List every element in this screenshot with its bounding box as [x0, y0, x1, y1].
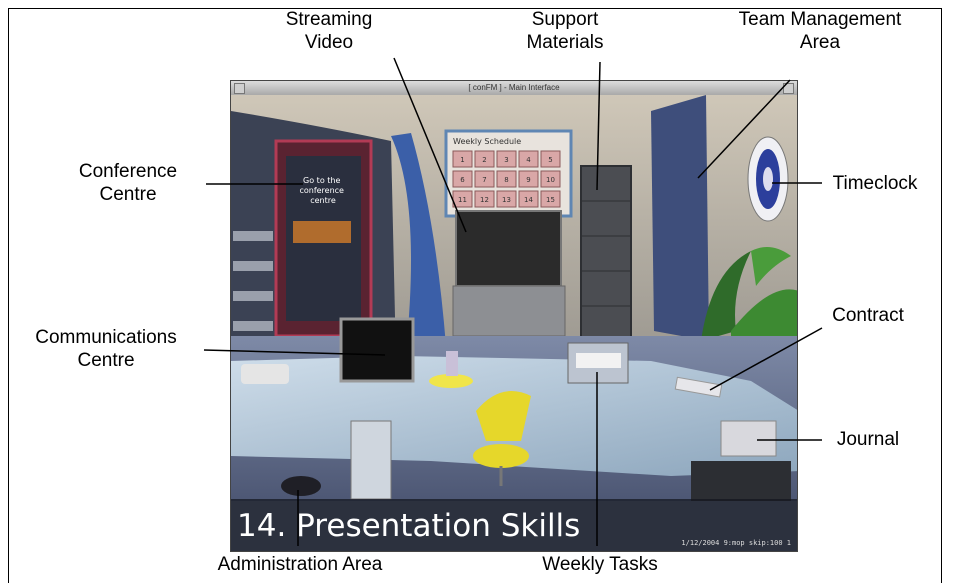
callout-conference-centre-line1: Conference [78, 161, 178, 182]
callout-journal: Journal [818, 428, 918, 451]
callout-team-management-line1: Team Management [738, 9, 902, 30]
callout-conference-centre-line2: Centre [99, 184, 157, 205]
callout-contract-line1: Contract [832, 305, 904, 326]
callout-communications-line1: Communications [35, 327, 177, 348]
leader-team-management [697, 79, 791, 179]
callout-timeclock-line1: Timeclock [832, 173, 918, 194]
callout-weekly-tasks: Weekly Tasks [500, 553, 700, 576]
callout-administration-area: Administration Area [200, 553, 400, 576]
callout-support-materials-line1: Support [531, 9, 599, 30]
callout-conference-centre: Conference Centre [48, 160, 208, 206]
callout-support-materials-line2: Materials [526, 32, 604, 53]
leader-streaming-video [393, 57, 467, 233]
leader-support-materials [596, 61, 601, 191]
callout-streaming-video-line2: Video [304, 32, 354, 53]
callout-streaming-video: Streaming Video [265, 8, 393, 54]
callout-journal-line1: Journal [836, 429, 900, 450]
callout-communications-line2: Centre [77, 350, 135, 371]
leader-contract [709, 327, 823, 391]
callout-support-materials: Support Materials [500, 8, 630, 54]
callout-communications-centre: Communications Centre [8, 326, 204, 372]
callout-team-management-line2: Area [799, 32, 841, 53]
callout-weekly-tasks-line1: Weekly Tasks [542, 554, 658, 575]
callout-streaming-video-line1: Streaming [285, 9, 373, 30]
callout-administration-line1: Administration Area [217, 554, 383, 575]
callout-timeclock: Timeclock [820, 172, 930, 195]
callout-team-management: Team Management Area [700, 8, 940, 54]
callout-contract: Contract [818, 304, 918, 327]
callout-lines [203, 57, 823, 546]
leader-communications [203, 349, 386, 356]
